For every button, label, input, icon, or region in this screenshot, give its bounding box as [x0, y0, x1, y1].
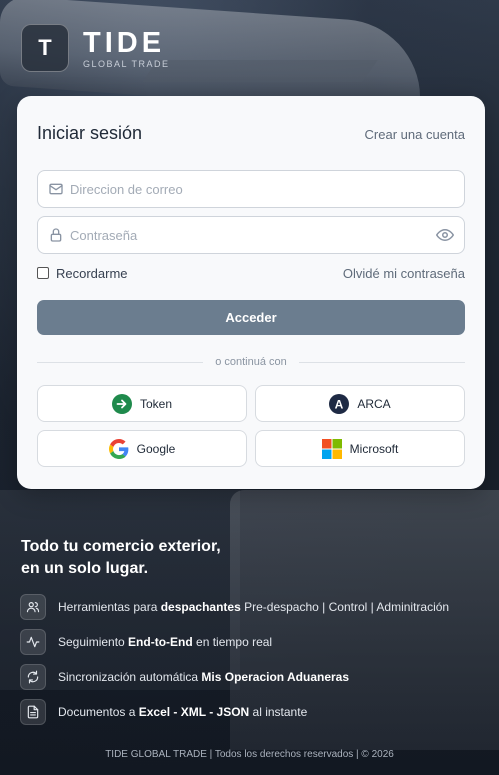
eye-icon[interactable] [436, 226, 454, 244]
feature-item: Sincronización automática Mis Operacion … [20, 664, 490, 690]
feature-text: Documentos a Excel - XML - JSON al insta… [58, 705, 308, 719]
activity-icon [20, 629, 46, 655]
google-label: Google [136, 441, 176, 456]
feature-text: Seguimiento End-to-End en tiempo real [58, 635, 273, 649]
divider-line-right [298, 361, 465, 363]
create-account-link[interactable]: Crear una cuenta [365, 127, 465, 142]
feature-item: Documentos a Excel - XML - JSON al insta… [20, 699, 490, 725]
login-title: Iniciar sesión [37, 123, 143, 143]
google-logo-icon [108, 438, 129, 459]
password-field[interactable] [37, 216, 465, 254]
feature-text: Sincronización automática Mis Operacion … [58, 670, 350, 684]
sync-icon [20, 664, 46, 690]
remember-row: Recordarme Olvidé mi contraseña [37, 264, 465, 282]
divider: o continuá con [37, 354, 465, 370]
divider-text: o continuá con [215, 356, 287, 368]
google-button[interactable]: Google [37, 430, 247, 467]
microsoft-label: Microsoft [349, 441, 399, 456]
users-icon [20, 594, 46, 620]
microsoft-button[interactable]: Microsoft [255, 430, 465, 467]
brand-logo: T [21, 24, 69, 72]
microsoft-logo-icon [321, 438, 342, 459]
arrow-right-circle-icon [111, 393, 132, 414]
remember-me[interactable]: Recordarme [37, 266, 128, 281]
brand-subtitle: GLOBAL TRADE [83, 58, 170, 69]
token-button[interactable]: Token [37, 385, 247, 422]
tagline-line-2: en un solo lugar. [21, 560, 149, 577]
tagline-line-1: Todo tu comercio exterior, [21, 538, 221, 555]
email-input[interactable] [70, 181, 454, 197]
arca-button[interactable]: A ARCA [255, 385, 465, 422]
token-label: Token [139, 396, 173, 411]
feature-item: Seguimiento End-to-End en tiempo real [20, 629, 490, 655]
arca-logo-icon: A [329, 393, 350, 414]
forgot-password-link[interactable]: Olvidé mi contraseña [343, 266, 465, 281]
remember-checkbox[interactable] [37, 267, 49, 279]
feature-item: Herramientas para despachantes Pre-despa… [20, 594, 490, 620]
brand-text: TIDE GLOBAL TRADE [83, 28, 170, 69]
remember-label: Recordarme [56, 265, 128, 281]
document-icon [20, 699, 46, 725]
lock-icon [48, 227, 64, 243]
brand: T TIDE GLOBAL TRADE [21, 24, 170, 72]
submit-button[interactable]: Acceder [37, 300, 465, 335]
password-input[interactable] [70, 227, 436, 243]
email-field[interactable] [37, 170, 465, 208]
divider-line-left [37, 361, 204, 363]
footer: TIDE GLOBAL TRADE | Todos los derechos r… [105, 749, 394, 760]
tagline: Todo tu comercio exterior, en un solo lu… [21, 536, 221, 580]
mail-icon [48, 181, 64, 197]
arca-logo-letter: A [335, 397, 344, 411]
login-card: Iniciar sesión Crear una cuenta Recordar… [17, 96, 485, 489]
feature-list: Herramientas para despachantes Pre-despa… [20, 594, 490, 734]
login-header: Iniciar sesión Crear una cuenta [37, 123, 465, 144]
feature-text: Herramientas para despachantes Pre-despa… [58, 600, 450, 614]
provider-buttons: Token A ARCA Google Microsoft [37, 385, 465, 467]
arca-label: ARCA [357, 396, 391, 411]
brand-name: TIDE [83, 26, 166, 59]
